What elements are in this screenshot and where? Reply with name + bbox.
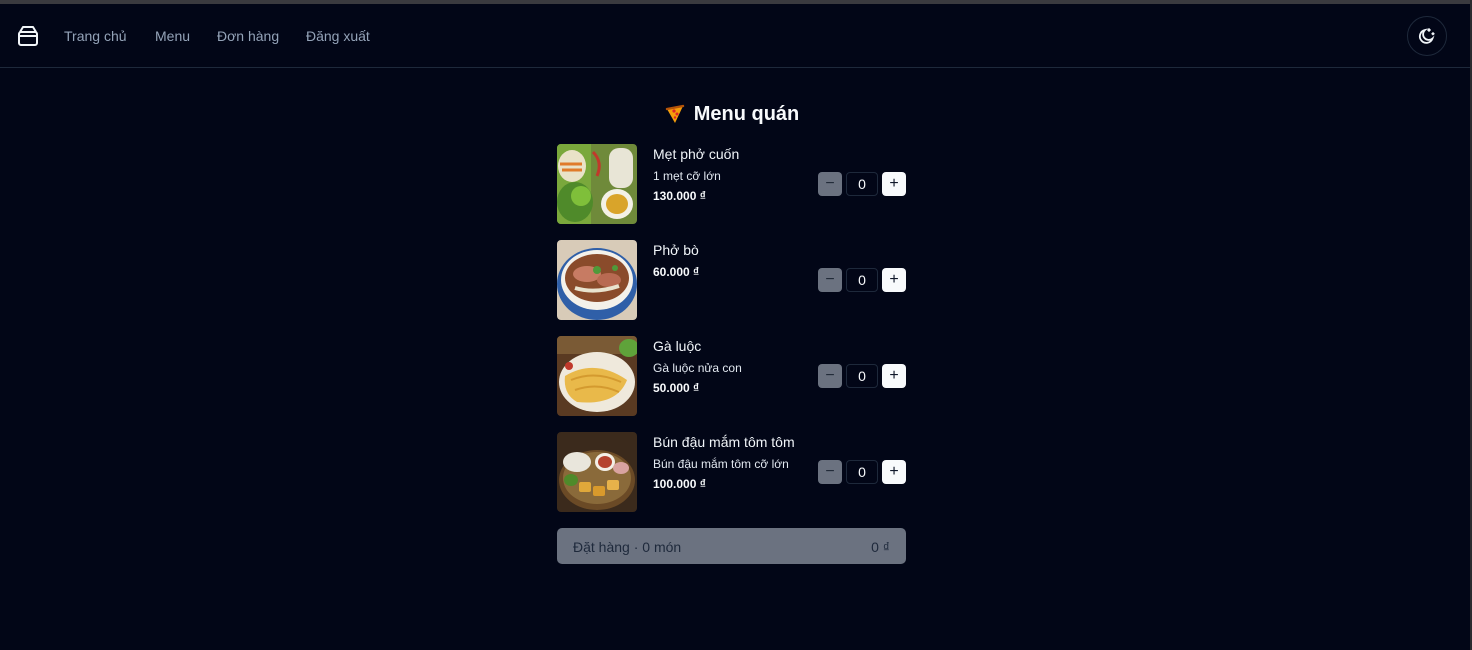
item-description: Bún đậu mắm tôm cỡ lớn bbox=[653, 457, 789, 471]
nav-link-menu[interactable]: Menu bbox=[155, 28, 190, 44]
item-price: 60.000 ₫ bbox=[653, 265, 700, 279]
increase-quantity-button[interactable]: + bbox=[882, 364, 906, 388]
food-photo bbox=[557, 432, 637, 512]
item-name: Phở bò bbox=[653, 242, 699, 258]
increase-quantity-button[interactable]: + bbox=[882, 268, 906, 292]
item-description: 1 mẹt cỡ lớn bbox=[653, 169, 721, 183]
order-summary-label: Đặt hàng · 0 món bbox=[573, 539, 682, 555]
decrease-quantity-button[interactable]: − bbox=[818, 460, 842, 484]
item-price: 100.000 ₫ bbox=[653, 477, 706, 491]
menu-item: Phở bò 60.000 ₫ − 0 + bbox=[557, 240, 906, 320]
nav-link-orders[interactable]: Đơn hàng bbox=[217, 28, 279, 44]
decrease-quantity-button[interactable]: − bbox=[818, 364, 842, 388]
food-photo bbox=[557, 336, 637, 416]
item-description: Gà luộc nửa con bbox=[653, 361, 742, 375]
top-navbar: Trang chủ Menu Đơn hàng Đăng xuất bbox=[0, 4, 1470, 68]
quantity-field[interactable]: 0 bbox=[846, 460, 878, 484]
quantity-field[interactable]: 0 bbox=[846, 364, 878, 388]
nav-link-logout[interactable]: Đăng xuất bbox=[306, 28, 370, 44]
menu-item: Gà luộc Gà luộc nửa con 50.000 ₫ − 0 + bbox=[557, 336, 906, 416]
item-name: Bún đậu mắm tôm tôm bbox=[653, 434, 795, 450]
page-title: Menu quán bbox=[693, 102, 800, 125]
nav-link-home[interactable]: Trang chủ bbox=[64, 28, 127, 44]
item-name: Gà luộc bbox=[653, 338, 702, 354]
food-photo bbox=[557, 144, 637, 224]
pizza-icon bbox=[665, 104, 684, 123]
page-title-row: Menu quán bbox=[557, 100, 906, 128]
box-icon[interactable] bbox=[17, 25, 39, 47]
theme-toggle-button[interactable] bbox=[1407, 16, 1447, 56]
moon-icon bbox=[1418, 28, 1435, 44]
quantity-field[interactable]: 0 bbox=[846, 172, 878, 196]
order-total: 0 ₫ bbox=[871, 539, 890, 555]
food-photo bbox=[557, 240, 637, 320]
menu-item: Mẹt phở cuốn 1 mẹt cỡ lớn 130.000 ₫ − 0 … bbox=[557, 144, 906, 224]
decrease-quantity-button[interactable]: − bbox=[818, 268, 842, 292]
increase-quantity-button[interactable]: + bbox=[882, 460, 906, 484]
increase-quantity-button[interactable]: + bbox=[882, 172, 906, 196]
quantity-field[interactable]: 0 bbox=[846, 268, 878, 292]
item-name: Mẹt phở cuốn bbox=[653, 146, 740, 162]
menu-item: Bún đậu mắm tôm tôm Bún đậu mắm tôm cỡ l… bbox=[557, 432, 906, 512]
item-price: 130.000 ₫ bbox=[653, 189, 706, 203]
decrease-quantity-button[interactable]: − bbox=[818, 172, 842, 196]
item-price: 50.000 ₫ bbox=[653, 381, 700, 395]
place-order-button[interactable]: Đặt hàng · 0 món 0 ₫ bbox=[557, 528, 906, 564]
